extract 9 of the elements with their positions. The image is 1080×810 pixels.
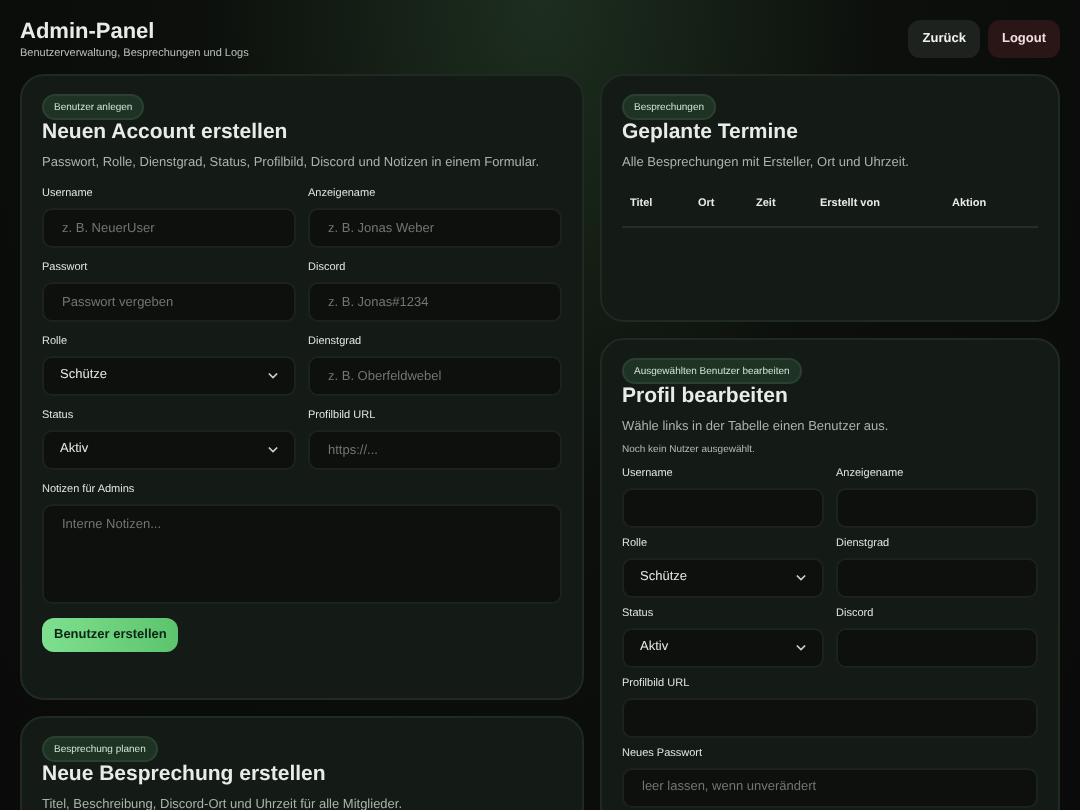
page-title: Admin-Panel (20, 18, 157, 46)
chevron-down-icon (268, 372, 278, 380)
section-title: Neuen Account erstellen (42, 120, 290, 146)
chevron-down-icon (796, 573, 806, 581)
section-title: Profil bearbeiten (622, 384, 790, 410)
chevron-down-icon (796, 643, 806, 651)
chevron-down-icon (268, 446, 278, 454)
section-title: Geplante Termine (622, 120, 800, 146)
section-title: Neue Besprechung erstellen (42, 761, 328, 788)
